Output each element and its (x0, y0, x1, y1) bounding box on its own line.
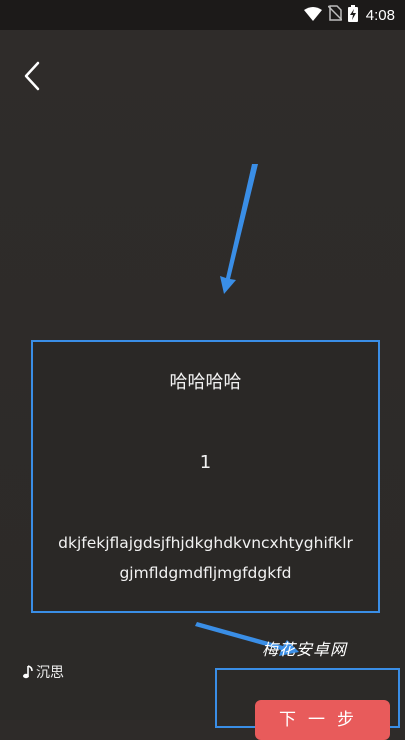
next-button[interactable]: 下一步 (255, 700, 390, 740)
back-button[interactable] (18, 58, 50, 94)
content-card: 哈哈哈哈 1 dkjfekjflajgdsjfhjdkghdkvncxhtygh… (31, 340, 380, 613)
card-body-line: dkjfekjflajgdsjfhjdkghdkvncxhtyghifklr (58, 534, 353, 552)
wifi-icon (303, 6, 322, 25)
status-bar: 4:08 (0, 0, 405, 30)
music-label: 沉思 (36, 665, 64, 681)
battery-charging-icon (347, 4, 358, 26)
card-body-line: gjmfldgmdfljmgfdgkfd (119, 564, 292, 582)
watermark-text: 梅花安卓网 (262, 640, 348, 659)
no-sim-icon (327, 5, 343, 25)
music-note-icon (23, 665, 33, 679)
card-title: 哈哈哈哈 (169, 372, 242, 393)
status-icons: 4:08 (303, 4, 395, 26)
card-number: 1 (199, 452, 212, 473)
music-selector[interactable]: 沉思 (22, 662, 64, 682)
status-time: 4:08 (365, 6, 395, 24)
chevron-left-icon (24, 61, 40, 91)
card-body: dkjfekjflajgdsjfhjdkghdkvncxhtyghifklr g… (33, 528, 378, 588)
